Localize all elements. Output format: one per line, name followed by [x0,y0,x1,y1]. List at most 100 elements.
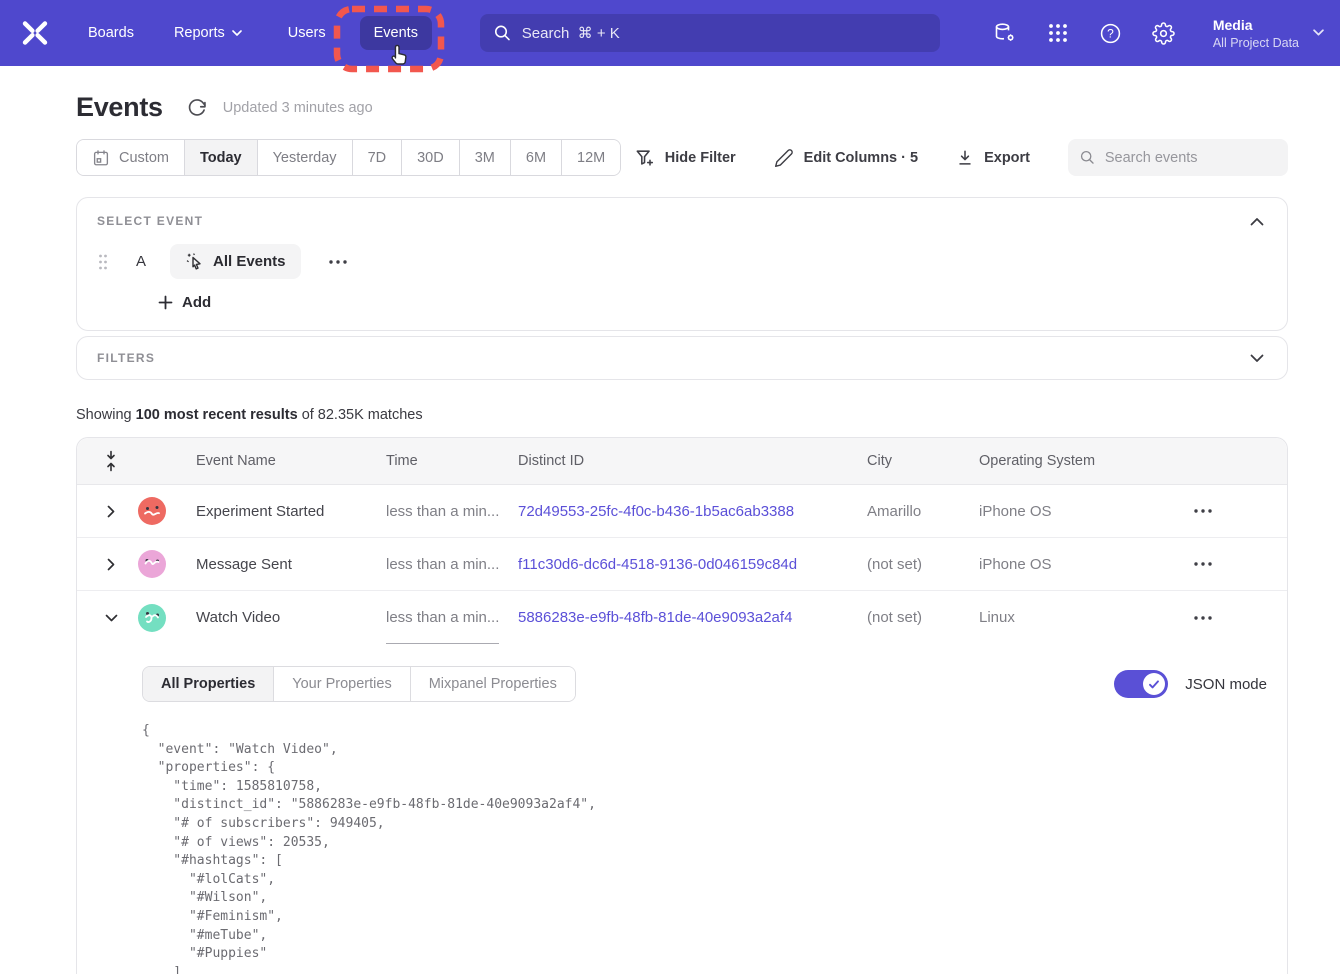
table-row[interactable]: Experiment Started less than a min... 72… [77,485,1287,538]
cell-time: less than a min... [386,609,518,626]
row-more-button[interactable] [1193,615,1287,621]
toggle-knob [1143,673,1165,695]
chevron-up-icon [1250,217,1264,226]
date-option-7d[interactable]: 7D [352,140,402,175]
date-option-custom[interactable]: Custom [77,140,184,175]
column-header-os[interactable]: Operating System [979,453,1193,469]
row-more-button[interactable] [1193,508,1287,514]
project-scope: All Project Data [1213,35,1299,51]
nav-boards-label: Boards [88,25,134,41]
hide-filter-label: Hide Filter [665,150,736,166]
page-title: Events [76,92,163,123]
events-search[interactable] [1068,139,1288,176]
date-option-label: 7D [368,150,387,166]
json-mode-toggle[interactable] [1114,670,1168,698]
settings-gear-icon[interactable] [1152,21,1176,45]
event-avatar-icon [138,604,166,632]
refresh-button[interactable] [187,97,209,119]
filters-panel: FILTERS [76,336,1288,380]
event-avatar-icon [138,550,166,578]
drag-handle-icon[interactable] [97,253,109,271]
properties-tabs: All Properties Your Properties Mixpanel … [142,666,576,702]
column-header-distinct-id[interactable]: Distinct ID [518,453,867,469]
collapse-all-button[interactable] [93,449,129,473]
nav-reports-label: Reports [174,25,225,41]
nav-item-events[interactable]: Events [360,16,432,50]
nav-item-boards[interactable]: Boards [88,25,134,41]
event-avatar-icon [138,497,166,525]
cell-distinct-id-link[interactable]: 5886283e-e9fb-48fb-81de-40e9093a2af4 [518,609,867,626]
chevron-down-icon [232,30,242,37]
cell-event-name: Experiment Started [196,503,386,520]
cell-city: (not set) [867,556,979,573]
cell-distinct-id-link[interactable]: f11c30d6-dc6d-4518-9136-0d046159c84d [518,556,867,573]
events-table: Event Name Time Distinct ID City Operati… [76,437,1288,974]
project-switcher[interactable]: Media All Project Data [1213,16,1324,51]
cell-os: Linux [979,609,1193,626]
row-expand-button[interactable] [93,505,129,518]
tab-all-properties[interactable]: All Properties [143,667,273,701]
pencil-icon [774,148,794,168]
nav-item-reports[interactable]: Reports [174,25,242,41]
cell-city: (not set) [867,609,979,626]
table-tools: Hide Filter Edit Columns · 5 Export [635,139,1288,176]
selected-event-label: All Events [213,253,286,270]
column-header-city[interactable]: City [867,453,979,469]
sparkle-cursor-icon [185,252,204,271]
cell-city: Amarillo [867,503,979,520]
column-header-time[interactable]: Time [386,453,518,469]
time-cell-divider [386,643,499,644]
json-mode-control: JSON mode [1114,670,1267,698]
main-content: Events Updated 3 minutes ago Custom Toda… [76,92,1288,974]
table-header-row: Event Name Time Distinct ID City Operati… [77,438,1287,485]
tab-your-properties[interactable]: Your Properties [273,667,409,701]
date-option-3m[interactable]: 3M [459,140,510,175]
global-search-input[interactable] [522,25,926,42]
date-option-30d[interactable]: 30D [401,140,459,175]
row-more-button[interactable] [1193,561,1287,567]
page-header: Events Updated 3 minutes ago [76,92,1288,123]
row-collapse-button[interactable] [93,614,129,622]
project-name: Media [1213,16,1299,35]
export-button[interactable]: Export [956,149,1030,167]
filters-label: FILTERS [97,351,155,365]
help-icon[interactable]: ? [1099,21,1123,45]
navbar-right: ? Media All Project Data [993,16,1324,51]
date-option-label: 3M [475,150,495,166]
select-event-panel: SELECT EVENT A All Events Add [76,197,1288,331]
events-search-input[interactable] [1105,150,1276,166]
data-management-icon[interactable] [993,21,1017,45]
date-option-6m[interactable]: 6M [510,140,561,175]
results-suffix: of 82.35K matches [302,407,423,423]
apps-grid-icon[interactable] [1046,21,1070,45]
add-event-button[interactable]: Add [158,294,211,311]
tab-mixpanel-properties[interactable]: Mixpanel Properties [410,667,575,701]
event-json-viewer: { "event": "Watch Video", "properties": … [142,722,1267,974]
event-clause-row: A All Events [97,244,1267,279]
mixpanel-logo-icon[interactable] [20,19,50,47]
tab-label: Your Properties [292,676,391,692]
date-option-today[interactable]: Today [184,140,257,175]
search-icon [1080,149,1095,166]
row-expand-button[interactable] [93,558,129,571]
controls-row: Custom Today Yesterday 7D 30D 3M 6M 12M … [76,139,1288,176]
event-selector-button[interactable]: All Events [170,244,301,279]
table-row[interactable]: Watch Video less than a min... 5886283e-… [77,591,1287,644]
event-more-button[interactable] [328,259,348,265]
chevron-down-icon [1250,354,1264,363]
nav-item-users[interactable]: Users [288,25,326,41]
global-search[interactable] [480,14,940,52]
date-option-12m[interactable]: 12M [561,140,620,175]
column-header-event-name[interactable]: Event Name [196,453,386,469]
table-row[interactable]: Message Sent less than a min... f11c30d6… [77,538,1287,591]
cell-event-name: Message Sent [196,556,386,573]
export-label: Export [984,150,1030,166]
expand-filters-button[interactable] [1247,348,1267,368]
date-option-yesterday[interactable]: Yesterday [257,140,352,175]
collapse-panel-button[interactable] [1247,211,1267,231]
ellipsis-icon [1193,508,1213,514]
edit-columns-button[interactable]: Edit Columns · 5 [774,148,918,168]
hide-filter-button[interactable]: Hide Filter [635,148,736,168]
nav-events-label: Events [374,25,418,41]
cell-distinct-id-link[interactable]: 72d49553-25fc-4f0c-b436-1b5ac6ab3388 [518,503,867,520]
